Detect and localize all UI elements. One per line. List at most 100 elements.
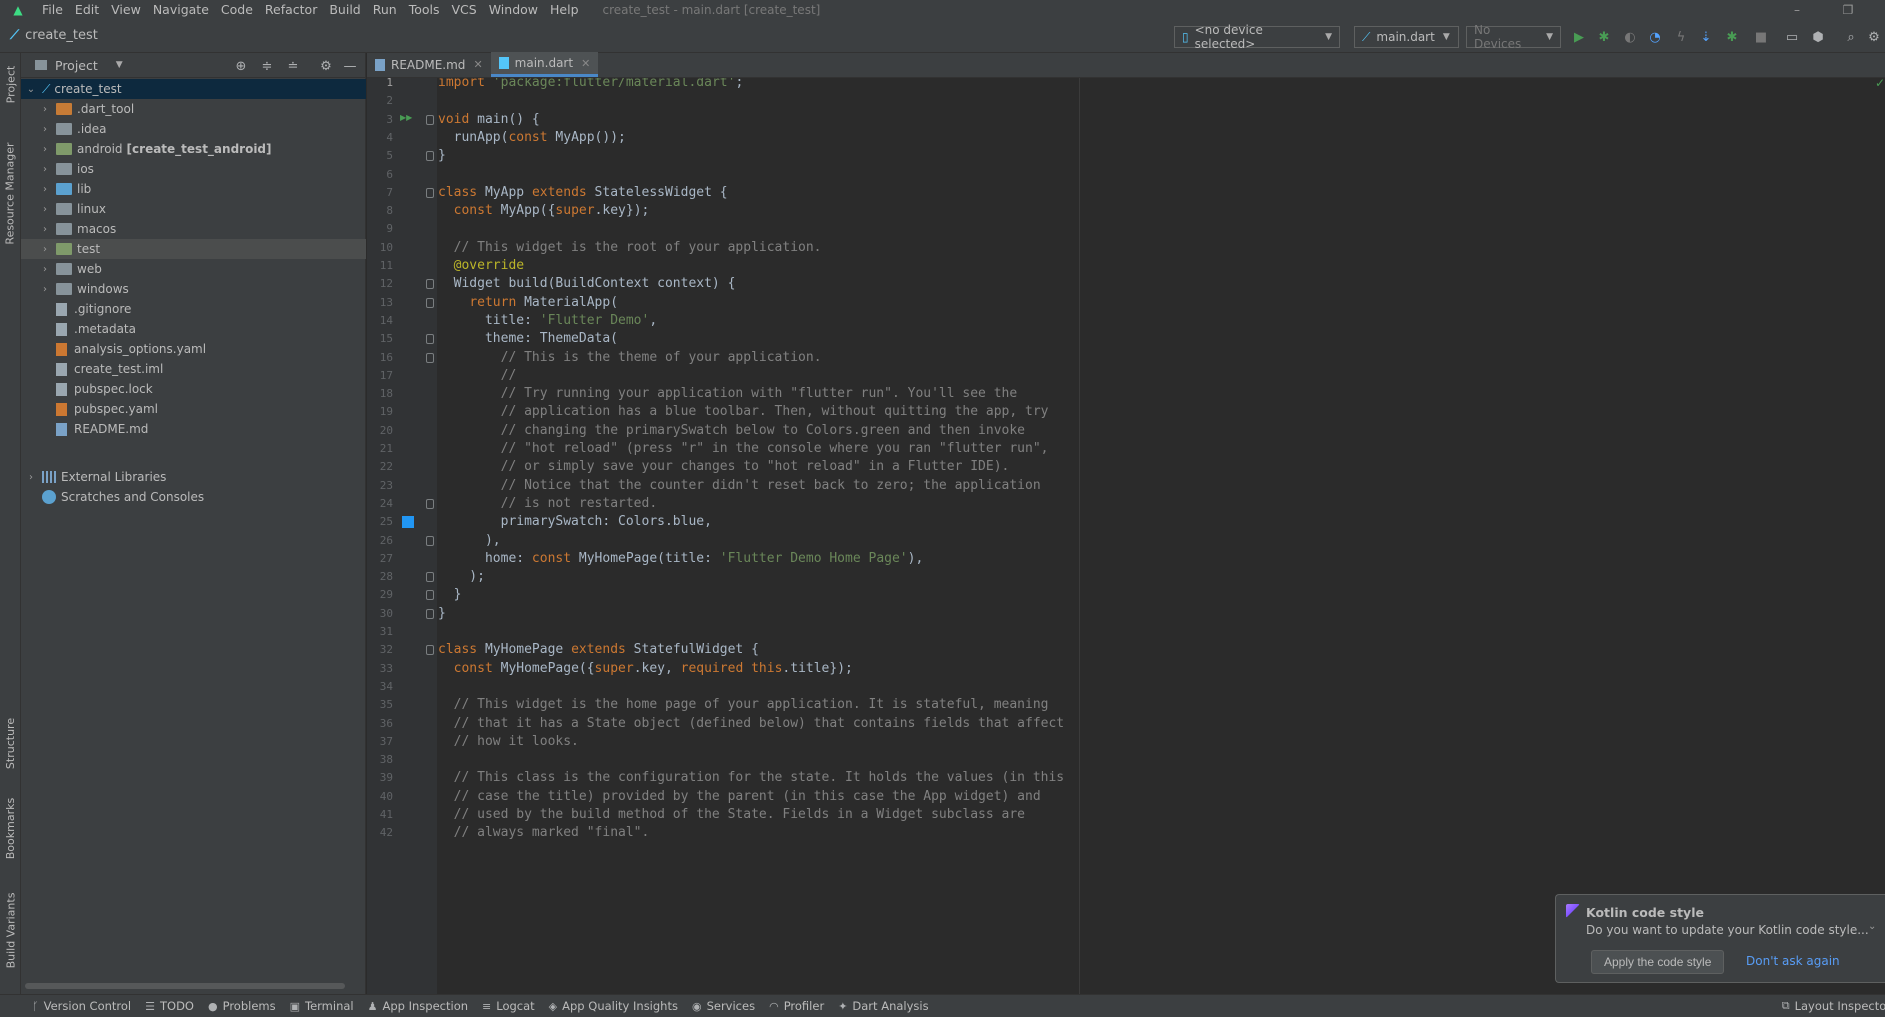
tab-project[interactable]: Project [0,59,21,109]
tree-item[interactable]: README.md [21,419,366,439]
tree-item[interactable]: .gitignore [21,299,366,319]
minimize-button[interactable]: – [1782,0,1812,19]
tree-item[interactable]: › linux [21,199,366,219]
chevron-right-icon[interactable]: › [38,204,52,215]
chevron-right-icon[interactable]: › [38,284,52,295]
gear-icon[interactable]: ⚙ [316,56,336,76]
menu-navigate[interactable]: Navigate [147,0,215,19]
breadcrumb[interactable]: ⟋ create_test [10,28,98,43]
tree-item[interactable]: › android [create_test_android] [21,139,366,159]
run-config-selector[interactable]: ⟋ main.dart ▼ [1354,26,1459,48]
apply-changes-icon[interactable]: ϟ [1671,27,1691,47]
chevron-right-icon[interactable]: › [38,244,52,255]
project-view-selector[interactable]: Project ▼ [35,58,123,73]
bottom-tool-app-inspection[interactable]: ♟ App Inspection [368,999,468,1013]
profile-icon[interactable]: ◔ [1645,27,1665,47]
bottom-tool-terminal[interactable]: ▣ Terminal [290,999,354,1013]
code-line[interactable]: 42 // always marked "final". [367,822,1885,844]
chevron-right-icon[interactable]: › [38,104,52,115]
tab-readme[interactable]: README.md ✕ [367,52,491,77]
device-manager-icon[interactable]: ▭ [1782,27,1802,47]
tree-item[interactable]: › test [21,239,366,259]
code-editor[interactable]: 1 ✓ import 'package:flutter/material.dart'… [367,78,1885,994]
chevron-right-icon[interactable]: › [38,224,52,235]
expand-all-icon[interactable]: ≑ [257,56,277,76]
stop-icon[interactable]: ■ [1751,27,1771,47]
gear-icon[interactable]: ⚙ [1864,27,1884,47]
debug-icon[interactable]: ✱ [1594,27,1614,47]
tree-item[interactable]: › macos [21,219,366,239]
tree-item[interactable]: › .dart_tool [21,99,366,119]
menu-code[interactable]: Code [215,0,259,19]
color-swatch-icon[interactable] [402,516,414,529]
bottom-tool-todo[interactable]: ☰ TODO [145,999,194,1013]
fold-icon[interactable] [426,114,434,125]
bottom-tool-profiler[interactable]: ◠ Profiler [769,999,824,1013]
chevron-right-icon[interactable]: › [38,124,52,135]
horizontal-scrollbar[interactable] [25,983,345,989]
devices-combo[interactable]: No Devices ▼ [1466,23,1561,51]
tree-root[interactable]: ⌄ ⟋ create_test [21,79,366,99]
tree-item[interactable]: pubspec.yaml [21,399,366,419]
menu-vcs[interactable]: VCS [446,0,483,19]
chevron-right-icon[interactable]: › [38,144,52,155]
menu-view[interactable]: View [105,0,147,19]
fold-icon[interactable] [426,590,434,601]
dont-ask-again-link[interactable]: Don't ask again [1746,954,1840,968]
attach-debugger-icon[interactable]: ✱ [1722,27,1742,47]
fold-icon[interactable] [426,279,434,290]
menu-help[interactable]: Help [544,0,585,19]
tab-build-variants[interactable]: Build Variants [0,883,21,978]
menu-run[interactable]: Run [367,0,403,19]
fold-icon[interactable] [426,608,434,619]
tree-item[interactable]: analysis_options.yaml [21,339,366,359]
tree-item[interactable]: pubspec.lock [21,379,366,399]
tree-item[interactable]: › ios [21,159,366,179]
close-icon[interactable]: ✕ [581,57,590,70]
fold-icon[interactable] [426,297,434,308]
menu-build[interactable]: Build [323,0,366,19]
tab-structure[interactable]: Structure [0,708,21,778]
tab-bookmarks[interactable]: Bookmarks [0,793,21,863]
restore-button[interactable]: ❐ [1833,0,1863,19]
bottom-tool-problems[interactable]: ● Problems [208,999,276,1013]
tab-main-dart[interactable]: main.dart ✕ [490,52,599,77]
tree-scratches[interactable]: Scratches and Consoles [21,487,366,507]
close-icon[interactable]: ✕ [473,58,482,71]
fold-icon[interactable] [426,151,434,162]
tree-item[interactable]: › web [21,259,366,279]
device-selector[interactable]: ▯ <no device selected> ▼ [1174,23,1340,51]
fold-icon[interactable] [426,535,434,546]
tab-resource-manager[interactable]: Resource Manager [0,133,21,253]
chevron-right-icon[interactable]: › [38,264,52,275]
tree-item[interactable]: › windows [21,279,366,299]
chevron-right-icon[interactable]: › [38,184,52,195]
tree-item[interactable]: › lib [21,179,366,199]
tree-item[interactable]: .metadata [21,319,366,339]
bottom-tool-version-control[interactable]: ᚴ Version Control [32,999,131,1013]
menu-window[interactable]: Window [483,0,544,19]
sdk-manager-icon[interactable]: ⬢ [1808,27,1828,47]
search-icon[interactable]: ⌕ [1841,27,1861,47]
bottom-tool-logcat[interactable]: ≡ Logcat [482,999,535,1013]
menu-refactor[interactable]: Refactor [259,0,323,19]
run-gutter-icon[interactable]: ▶▶ [400,113,412,122]
fold-icon[interactable] [426,334,434,345]
menu-edit[interactable]: Edit [69,0,105,19]
menu-file[interactable]: File [36,0,69,19]
collapse-all-icon[interactable]: ≐ [283,56,303,76]
run-icon[interactable]: ▶ [1569,27,1589,47]
bottom-tool-app-quality-insights[interactable]: ◈ App Quality Insights [549,999,678,1013]
layout-inspector-button[interactable]: ⧉ Layout Inspector [1782,999,1885,1013]
coverage-icon[interactable]: ◐ [1620,27,1640,47]
tree-external-libraries[interactable]: › External Libraries [21,467,366,487]
chevron-right-icon[interactable]: › [38,164,52,175]
menu-tools[interactable]: Tools [403,0,446,19]
fold-icon[interactable] [426,572,434,583]
bottom-tool-dart-analysis[interactable]: ✦ Dart Analysis [838,999,928,1013]
tree-item[interactable]: › .idea [21,119,366,139]
fold-icon[interactable] [426,352,434,363]
bottom-tool-services[interactable]: ◉ Services [692,999,755,1013]
chevron-down-icon[interactable]: ⌄ [1868,921,1876,932]
hot-reload-icon[interactable]: ⇣ [1696,27,1716,47]
